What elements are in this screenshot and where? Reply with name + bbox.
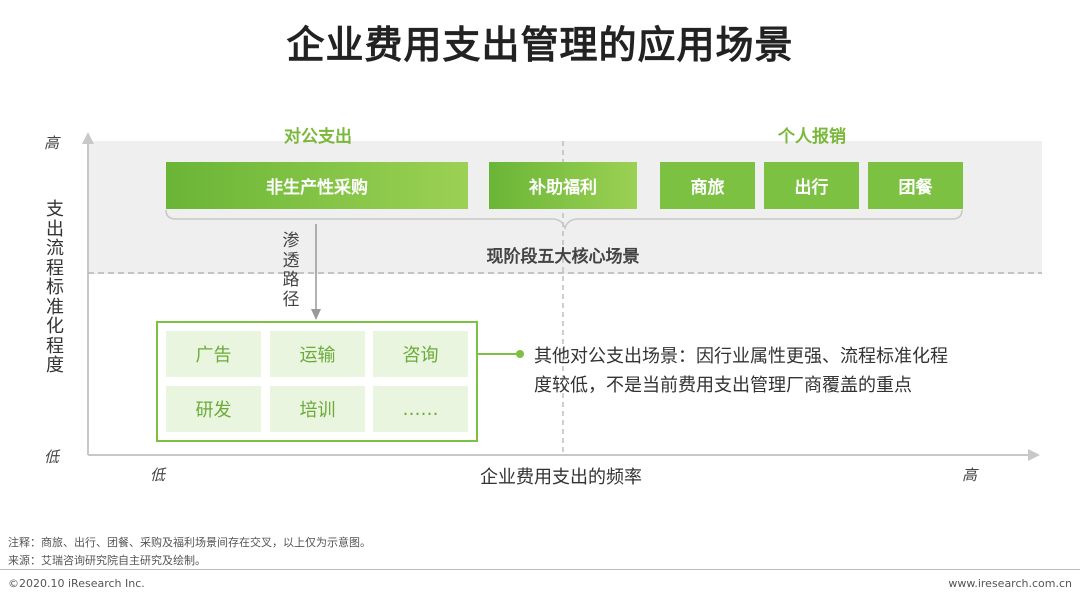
y-axis-low: 低 xyxy=(44,448,60,466)
other-scene-transport: 运输 xyxy=(270,331,365,377)
core-scene-commute: 出行 xyxy=(764,162,859,209)
axes-graphic xyxy=(82,132,1042,461)
category-public-expense: 对公支出 xyxy=(284,127,352,147)
y-axis-title: 支出流程标准化程度 xyxy=(46,199,64,376)
footer-source: 来源：艾瑞咨询研究院自主研究及绘制。 xyxy=(8,554,206,567)
penetration-arrowhead xyxy=(311,309,321,320)
other-scene-more: …… xyxy=(373,386,468,432)
x-axis-low: 低 xyxy=(150,466,166,484)
x-axis-title: 企业费用支出的频率 xyxy=(480,467,642,488)
other-scene-rnd: 研发 xyxy=(166,386,261,432)
core-scene-group-meals: 团餐 xyxy=(868,162,963,209)
core-scene-procurement: 非生产性采购 xyxy=(166,162,468,209)
category-personal-reimbursement: 个人报销 xyxy=(778,127,846,147)
footer-copyright: ©2020.10 iResearch Inc. xyxy=(8,577,145,590)
core-scene-label: 现阶段五大核心场景 xyxy=(486,247,640,267)
y-axis-high: 高 xyxy=(44,134,60,152)
penetration-path-label: 渗透路径 xyxy=(282,231,300,310)
x-axis-high: 高 xyxy=(962,466,978,484)
other-scene-advertising: 广告 xyxy=(166,331,261,377)
footer-website: www.iresearch.com.cn xyxy=(948,577,1072,590)
other-scene-consulting: 咨询 xyxy=(373,331,468,377)
y-axis-arrowhead xyxy=(82,132,94,144)
footer-divider xyxy=(0,569,1080,570)
core-scene-business-travel: 商旅 xyxy=(660,162,755,209)
x-axis-arrowhead xyxy=(1028,449,1040,461)
footer-note: 注释：商旅、出行、团餐、采购及福利场景间存在交叉，以上仅为示意图。 xyxy=(8,536,371,549)
other-scenes-note: 其他对公支出场景：因行业属性更强、流程标准化程度较低，不是当前费用支出管理厂商覆… xyxy=(534,346,948,396)
note-connector-dot xyxy=(516,350,524,358)
core-scene-benefits: 补助福利 xyxy=(489,162,637,209)
core-scene-brace xyxy=(165,209,963,231)
other-scene-training: 培训 xyxy=(270,386,365,432)
